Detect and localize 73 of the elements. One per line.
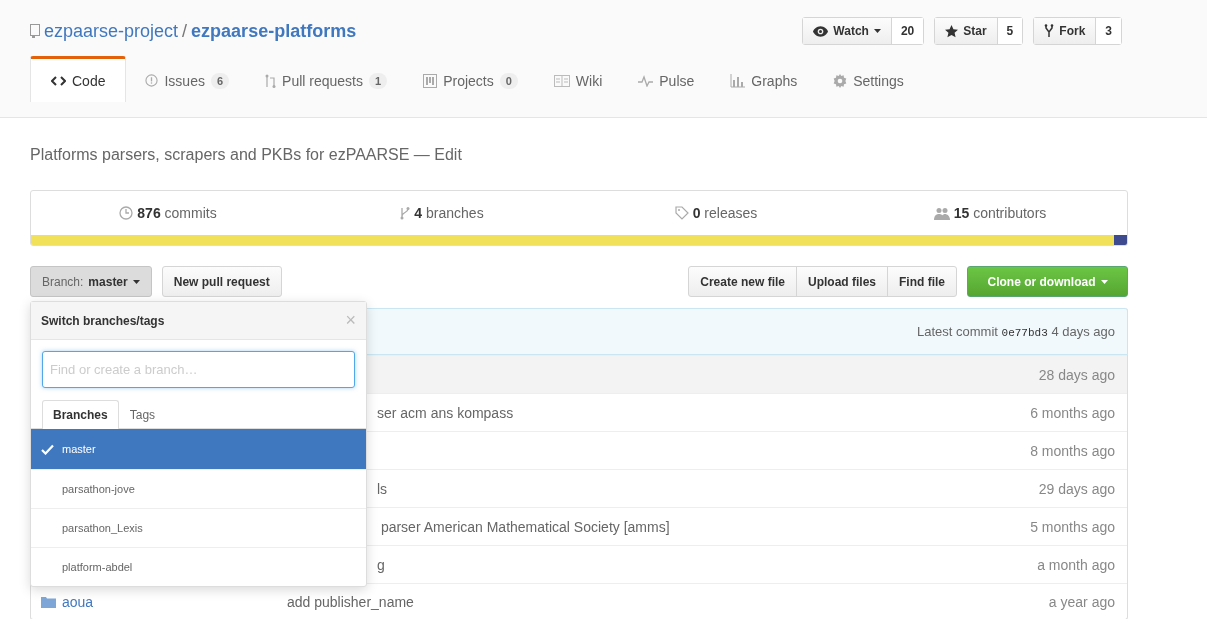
repo-tab[interactable]: Pulse bbox=[621, 56, 712, 102]
watch-count[interactable]: 20 bbox=[891, 18, 924, 44]
repo-tab[interactable]: Settings bbox=[816, 56, 921, 102]
branch-select-button[interactable]: Branch: master bbox=[30, 266, 152, 297]
bar-chart-icon bbox=[730, 73, 746, 88]
commit-age: a year ago bbox=[1048, 593, 1115, 610]
menu-tab[interactable]: Branches bbox=[42, 400, 119, 429]
count-badge: 6 bbox=[210, 72, 230, 89]
check-icon bbox=[41, 443, 54, 455]
repo-tab[interactable]: Wiki bbox=[536, 56, 620, 102]
commit-age: 5 months ago bbox=[1030, 518, 1115, 535]
commit-message[interactable]: ls bbox=[377, 480, 388, 497]
repo-tab[interactable]: Pull requests 1 bbox=[248, 56, 405, 102]
menu-title: Switch branches/tags bbox=[41, 313, 165, 328]
issue-icon bbox=[145, 74, 159, 87]
caret-icon bbox=[132, 279, 140, 284]
watch-button[interactable]: Watch bbox=[803, 18, 892, 44]
repo-tab[interactable]: Graphs bbox=[713, 56, 815, 102]
pulse-icon bbox=[638, 74, 654, 87]
new-pull-request-button[interactable]: New pull request bbox=[161, 266, 282, 297]
fork-count[interactable]: 3 bbox=[1096, 18, 1121, 44]
branch-icon bbox=[400, 206, 411, 220]
eye-icon bbox=[813, 25, 829, 37]
repo-tab[interactable]: Code bbox=[30, 56, 127, 102]
repo-tab[interactable]: Projects 0 bbox=[406, 56, 535, 102]
book-icon bbox=[553, 74, 570, 87]
edit-link[interactable]: Edit bbox=[434, 146, 462, 163]
commit-age: a month ago bbox=[1037, 556, 1115, 573]
caret-icon bbox=[1100, 279, 1108, 284]
commit-message[interactable]: add publisher_name bbox=[287, 593, 414, 610]
file-action-button[interactable]: Create new file bbox=[688, 266, 797, 297]
commit-message[interactable]: g bbox=[377, 556, 385, 573]
menu-tab[interactable]: Tags bbox=[118, 400, 167, 429]
settings-icon bbox=[833, 73, 848, 88]
folder-icon bbox=[41, 595, 56, 608]
commits-link[interactable]: 876 commits bbox=[137, 205, 217, 221]
code-icon bbox=[51, 75, 66, 86]
fork-icon bbox=[1044, 24, 1055, 38]
commit-age: 6 months ago bbox=[1030, 404, 1115, 421]
branches-link[interactable]: 4 branches bbox=[414, 205, 484, 221]
star-icon bbox=[945, 24, 959, 38]
repo-tab[interactable]: Issues 6 bbox=[128, 56, 247, 102]
pull-request-icon bbox=[265, 73, 277, 88]
people-icon bbox=[933, 206, 950, 220]
path-separator: / bbox=[182, 20, 188, 42]
board-icon bbox=[423, 73, 438, 88]
contributors-link[interactable]: 15 contributors bbox=[953, 205, 1047, 221]
commit-message[interactable]: parser American Mathematical Society [amms] bbox=[377, 518, 670, 535]
repo-icon bbox=[30, 24, 40, 38]
tag-icon bbox=[674, 206, 689, 220]
folder-link[interactable]: aoua bbox=[62, 593, 94, 610]
file-action-button[interactable]: Find file bbox=[887, 266, 957, 297]
latest-commit-text: Latest commit 0e77bd3 4 days ago bbox=[917, 324, 1115, 339]
releases-link[interactable]: 0 releases bbox=[692, 205, 758, 221]
branch-item[interactable]: parsathon_Lexis bbox=[31, 508, 366, 547]
fork-button[interactable]: Fork bbox=[1034, 18, 1097, 44]
commit-age: 29 days ago bbox=[1038, 480, 1115, 497]
repo-description: Platforms parsers, scrapers and PKBs for ezPAARSE — bbox=[30, 146, 430, 163]
repo-owner-link[interactable]: ezpaarse-project bbox=[44, 20, 179, 42]
history-icon bbox=[119, 206, 134, 220]
star-count[interactable]: 5 bbox=[997, 18, 1023, 44]
count-badge: 1 bbox=[369, 72, 388, 89]
branch-item[interactable]: platform-abdel bbox=[31, 547, 366, 586]
star-button[interactable]: Star bbox=[935, 18, 998, 44]
commit-message[interactable]: ser acm ans kompass bbox=[377, 404, 514, 421]
branch-item[interactable]: parsathon-jove bbox=[31, 469, 366, 508]
file-action-button[interactable]: Upload files bbox=[796, 266, 888, 297]
repo-name-link[interactable]: ezpaarse-platforms bbox=[191, 20, 357, 42]
commit-age: 28 days ago bbox=[1038, 366, 1115, 383]
caret-icon bbox=[873, 29, 881, 33]
count-badge: 0 bbox=[499, 72, 518, 89]
branch-item[interactable]: master bbox=[31, 429, 366, 469]
commit-age: 8 months ago bbox=[1030, 442, 1115, 459]
